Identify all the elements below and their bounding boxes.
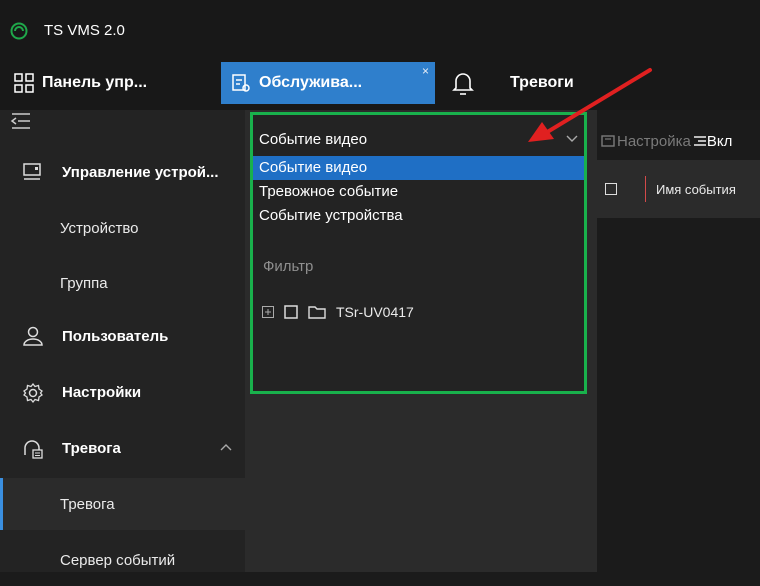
sidebar-item-alarm[interactable]: Тревога: [0, 478, 245, 530]
column-header-event-name[interactable]: Имя события: [656, 182, 736, 197]
tab-control-panel[interactable]: Панель упр...: [14, 62, 204, 104]
event-type-selected-value: Событие видео: [259, 131, 368, 148]
sidebar-item-label: Тревога: [62, 439, 121, 457]
gear-icon: [23, 382, 43, 404]
bell-icon[interactable]: [452, 70, 474, 96]
alarm-icon: [24, 440, 43, 459]
tree-node-device[interactable]: TSr-UV0417: [262, 302, 414, 322]
tab-maintenance[interactable]: Обслужива... ×: [221, 62, 435, 104]
sidebar-group-user[interactable]: Пользователь: [0, 310, 245, 362]
annotation-arrow: [528, 68, 652, 142]
sidebar-group-device-management[interactable]: Управление устрой...: [0, 146, 245, 198]
user-icon: [23, 326, 43, 346]
device-icon: [23, 163, 41, 180]
sidebar-item-label: Устройство: [60, 219, 139, 237]
enable-list-icon[interactable]: [693, 134, 707, 148]
app-logo-icon: [10, 22, 28, 40]
sidebar-group-settings[interactable]: Настройки: [0, 366, 245, 418]
sidebar-item-event-server[interactable]: Сервер событий: [0, 534, 245, 586]
sidebar-item-label: Сервер событий: [60, 551, 176, 569]
list-doc-icon: [232, 74, 250, 92]
sidebar-group-alarm[interactable]: Тревога: [0, 422, 245, 474]
dropdown-option-device-event[interactable]: Событие устройства: [253, 204, 584, 228]
filter-label: Фильтр: [263, 258, 314, 275]
column-divider[interactable]: [645, 176, 646, 202]
expand-icon[interactable]: [262, 306, 274, 318]
tree-node-label: TSr-UV0417: [336, 304, 414, 320]
collapse-menu-icon[interactable]: [10, 112, 32, 130]
sidebar-item-group[interactable]: Группа: [0, 257, 245, 309]
tab-maintenance-label: Обслужива...: [259, 74, 363, 91]
app-title: TS VMS 2.0: [44, 22, 125, 39]
sidebar-item-label: Управление устрой...: [62, 163, 219, 181]
sidebar-item-label: Группа: [60, 274, 108, 292]
table-header: Имя события: [597, 160, 760, 218]
select-all-checkbox[interactable]: [605, 183, 617, 195]
sidebar-item-label: Тревога: [60, 495, 115, 513]
sidebar-item-device[interactable]: Устройство: [0, 202, 245, 254]
folder-icon: [308, 306, 326, 319]
close-icon[interactable]: ×: [422, 64, 429, 78]
chevron-up-icon[interactable]: [220, 442, 232, 452]
checkbox-icon[interactable]: [284, 305, 298, 319]
grid-icon: [14, 73, 34, 93]
dropdown-option-video-event[interactable]: Событие видео: [253, 156, 584, 180]
toolbar-enable-button[interactable]: Вкл: [707, 133, 733, 150]
dropdown-option-alarm-event[interactable]: Тревожное событие: [253, 180, 584, 204]
sidebar-item-label: Пользователь: [62, 327, 169, 345]
tab-control-panel-label: Панель упр...: [42, 74, 148, 91]
sidebar-item-label: Настройки: [62, 383, 142, 401]
